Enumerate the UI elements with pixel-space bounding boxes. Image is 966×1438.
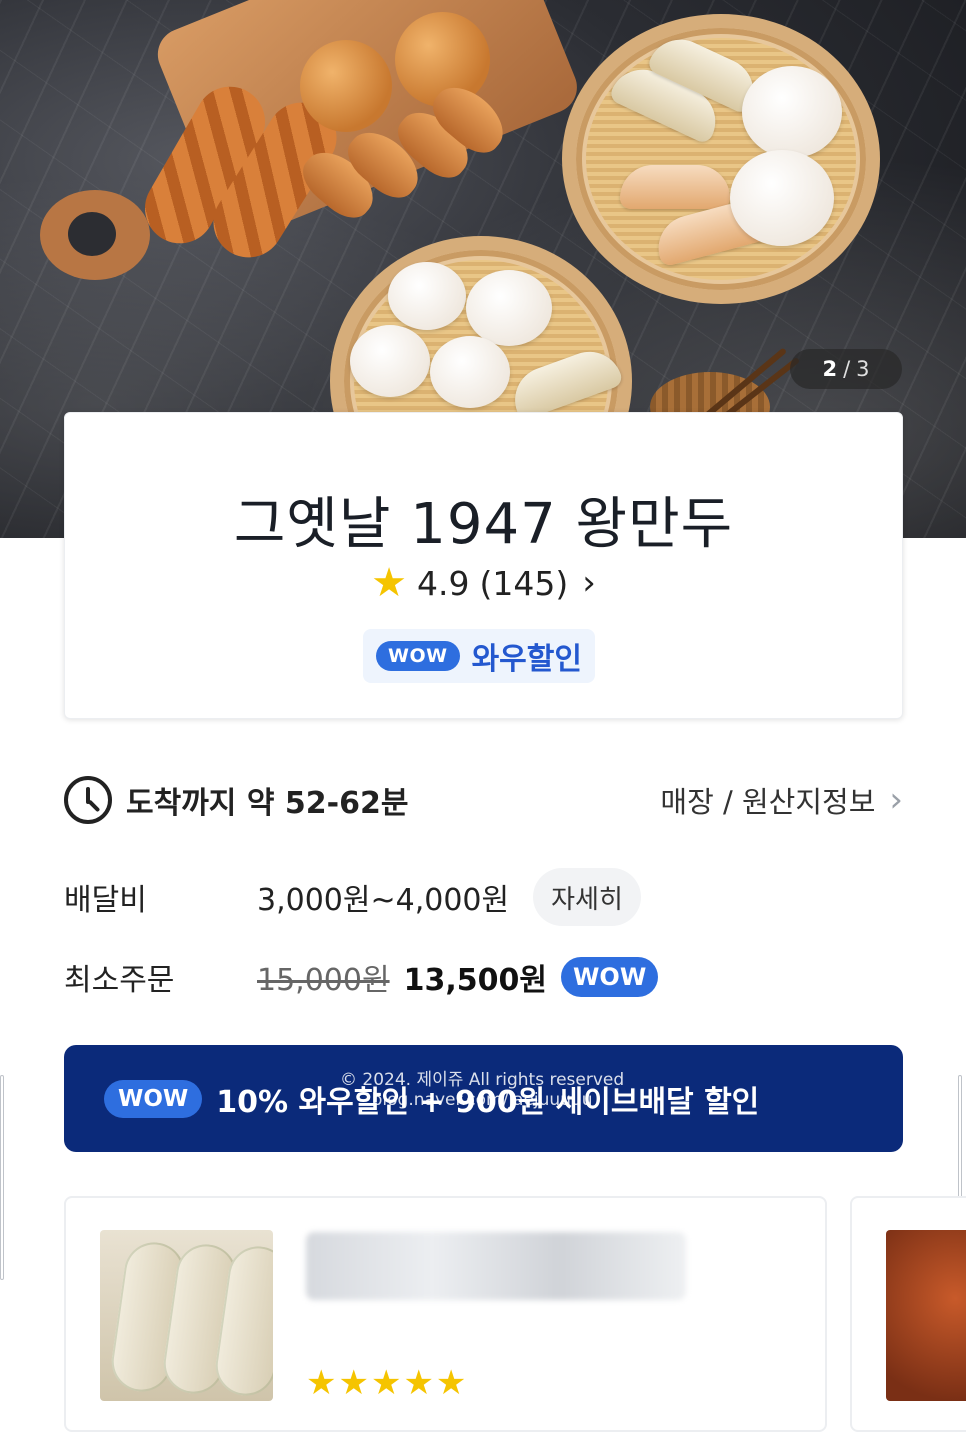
delivery-fee-detail-button[interactable]: 자세히 — [533, 868, 641, 926]
image-counter: 2 / 3 — [790, 349, 902, 389]
wow-badge: WOW — [376, 641, 460, 671]
chevron-right-icon: › — [582, 563, 596, 603]
store-name: 그옛날 1947 왕만두 — [233, 492, 734, 557]
store-origin-info-link[interactable]: 매장 / 원산지정보 › — [660, 779, 903, 821]
review-card[interactable]: ★★★★★ — [64, 1196, 827, 1432]
steamed-dumpling — [620, 165, 730, 209]
min-order-discounted: 13,500원 — [403, 963, 547, 998]
review-text-blurred — [306, 1232, 686, 1300]
wow-badge: WOW — [104, 1079, 203, 1118]
steamed-bun — [742, 66, 842, 158]
review-count: (145) — [479, 563, 569, 603]
watermark-line2: blog.naver.com/jaejuuuuu — [371, 1090, 593, 1111]
board-hole — [68, 212, 116, 256]
wow-discount-label: 와우할인 — [471, 642, 582, 677]
steamed-bun — [466, 270, 552, 346]
steamed-bun — [388, 262, 466, 330]
clock-icon — [64, 776, 112, 824]
store-info-card: 그옛날 1947 왕만두 ★ 4.9 (145) › WOW 와우할인 — [64, 412, 903, 719]
watermark-line1: © 2024. 제이쥬 All rights reserved — [340, 1070, 625, 1090]
review-card[interactable] — [850, 1196, 966, 1432]
delivery-info-row: 도착까지 약 52-62분 매장 / 원산지정보 › — [64, 775, 903, 825]
min-order-label: 최소주문 — [64, 963, 175, 998]
min-order-row: 최소주문 15,000원 13,500원 WOW — [64, 955, 659, 999]
delivery-fee-row: 배달비 3,000원~4,000원 자세히 — [64, 868, 641, 926]
wow-discount-chip[interactable]: WOW 와우할인 — [363, 629, 595, 683]
steamed-bun — [350, 325, 430, 397]
steamed-bun — [730, 150, 834, 246]
delivery-time: 도착까지 약 52-62분 — [64, 776, 408, 824]
review-photo — [886, 1230, 966, 1401]
image-counter-separator: / — [843, 357, 851, 381]
delivery-fee-value: 3,000원~4,000원 — [257, 883, 510, 918]
min-order-original: 15,000원 — [257, 963, 390, 998]
store-origin-info-label: 매장 / 원산지정보 — [660, 785, 876, 819]
image-counter-current: 2 — [822, 357, 838, 381]
carousel-edge-left — [0, 1075, 4, 1280]
rating-value: 4.9 — [417, 563, 470, 603]
wow-badge: WOW — [560, 957, 659, 997]
review-photo — [100, 1230, 273, 1401]
watermark: © 2024. 제이쥬 All rights reserved blog.nav… — [340, 1070, 624, 1111]
delivery-time-label: 도착까지 약 52-62분 — [126, 786, 409, 821]
delivery-fee-label: 배달비 — [64, 883, 147, 918]
rating-link[interactable]: ★ 4.9 (145) › — [65, 563, 902, 603]
chevron-right-icon: › — [889, 780, 903, 820]
steamed-bun — [430, 336, 510, 408]
image-counter-total: 3 — [856, 357, 870, 381]
review-stars: ★★★★★ — [306, 1363, 469, 1403]
star-icon: ★ — [371, 560, 407, 606]
sesame-ball — [300, 40, 392, 132]
